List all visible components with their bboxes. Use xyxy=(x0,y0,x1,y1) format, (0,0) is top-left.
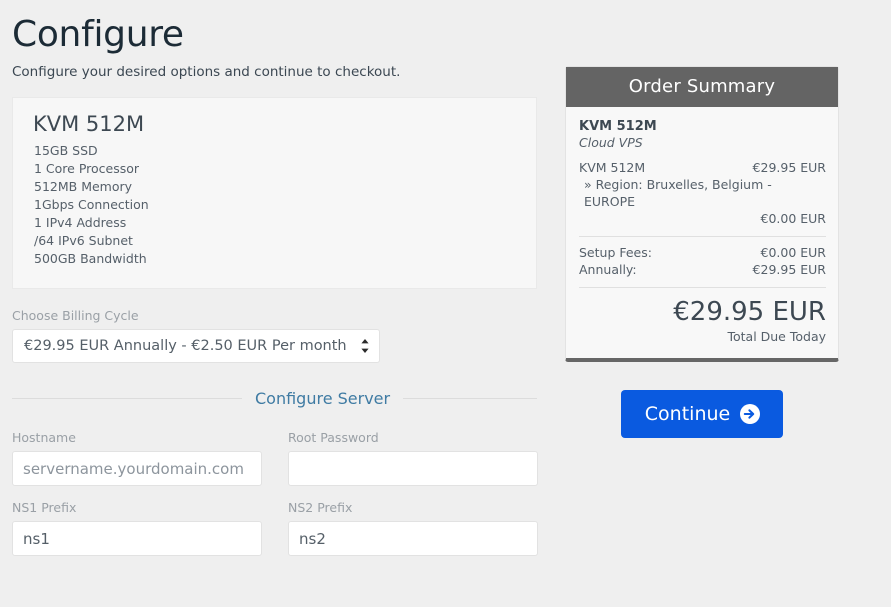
summary-total-value: €29.95 EUR xyxy=(752,262,826,277)
ns2-prefix-field-group: NS2 Prefix xyxy=(288,500,538,557)
summary-total-label: Setup Fees: xyxy=(579,245,652,260)
product-summary-box: KVM 512M 15GB SSD 1 Core Processor 512MB… xyxy=(12,97,537,290)
summary-product-name: KVM 512M xyxy=(579,119,657,134)
product-feature: 15GB SSD xyxy=(34,143,98,159)
root-password-label: Root Password xyxy=(288,430,379,446)
configure-server-divider: Configure Server xyxy=(12,389,537,408)
summary-total-row: Setup Fees: €0.00 EUR xyxy=(579,244,826,261)
ns2-prefix-input[interactable] xyxy=(288,521,538,557)
page-subtitle: Configure your desired options and conti… xyxy=(12,64,401,81)
divider-line-left xyxy=(12,398,242,400)
configure-server-form: Hostname Root Password NS1 Prefix NS2 Pr… xyxy=(12,430,538,557)
summary-product-group: Cloud VPS xyxy=(579,135,643,150)
summary-config-option-label: » Region: Bruxelles, Belgium - EUROPE xyxy=(584,177,772,209)
summary-total-label: Annually: xyxy=(579,262,637,277)
total-due-amount: €29.95 EUR xyxy=(673,297,826,327)
arrow-circle-right-icon xyxy=(739,403,761,425)
main-column: Configure Configure your desired options… xyxy=(12,0,538,557)
ns1-prefix-field-group: NS1 Prefix xyxy=(12,500,262,557)
summary-line-item-price: €29.95 EUR xyxy=(752,160,826,175)
billing-cycle-block: Choose Billing Cycle €29.95 EUR Annually… xyxy=(12,308,537,364)
page-title: Configure xyxy=(12,14,184,55)
order-summary-panel: Order Summary KVM 512M Cloud VPS KVM 512… xyxy=(565,66,839,362)
product-feature: 500GB Bandwidth xyxy=(34,251,147,267)
product-name: KVM 512M xyxy=(33,112,145,137)
product-feature: 1Gbps Connection xyxy=(34,197,149,213)
summary-total-row: Annually: €29.95 EUR xyxy=(579,261,826,278)
root-password-input[interactable] xyxy=(288,451,538,487)
continue-button-label: Continue xyxy=(644,403,731,425)
billing-cycle-label: Choose Billing Cycle xyxy=(12,308,139,324)
hostname-label: Hostname xyxy=(12,430,76,446)
total-due-label: Total Due Today xyxy=(727,329,826,344)
hostname-field-group: Hostname xyxy=(12,430,262,487)
summary-config-option-price: €0.00 EUR xyxy=(760,211,827,226)
summary-total-value: €0.00 EUR xyxy=(760,245,827,260)
summary-divider-1 xyxy=(579,236,826,237)
root-password-field-group: Root Password xyxy=(288,430,538,487)
product-feature: 1 IPv4 Address xyxy=(34,215,127,231)
summary-line-item: KVM 512M €29.95 EUR xyxy=(579,159,826,176)
ns1-prefix-input[interactable] xyxy=(12,521,262,557)
ns2-prefix-label: NS2 Prefix xyxy=(288,500,353,516)
configure-server-title: Configure Server xyxy=(255,389,391,409)
product-feature: 1 Core Processor xyxy=(34,161,140,177)
billing-cycle-select-wrapper[interactable]: €29.95 EUR Annually - €2.50 EUR Per mont… xyxy=(12,329,380,364)
product-feature-list: 15GB SSD 1 Core Processor 512MB Memory 1… xyxy=(31,142,518,268)
product-feature: 512MB Memory xyxy=(34,179,133,195)
configure-page: Configure Configure your desired options… xyxy=(0,0,891,607)
ns1-prefix-label: NS1 Prefix xyxy=(12,500,77,516)
continue-button-wrapper: Continue xyxy=(565,390,839,438)
sidebar-column: Order Summary KVM 512M Cloud VPS KVM 512… xyxy=(565,66,839,438)
product-feature: /64 IPv6 Subnet xyxy=(34,233,133,249)
order-summary-header: Order Summary xyxy=(566,67,838,107)
summary-line-item-label: KVM 512M xyxy=(579,160,646,175)
order-summary-body: KVM 512M Cloud VPS KVM 512M €29.95 EUR »… xyxy=(566,107,838,358)
divider-line-right xyxy=(403,398,537,400)
summary-divider-2 xyxy=(579,287,826,288)
billing-cycle-select[interactable]: €29.95 EUR Annually - €2.50 EUR Per mont… xyxy=(12,329,380,364)
continue-button[interactable]: Continue xyxy=(620,390,784,438)
hostname-input[interactable] xyxy=(12,451,262,487)
